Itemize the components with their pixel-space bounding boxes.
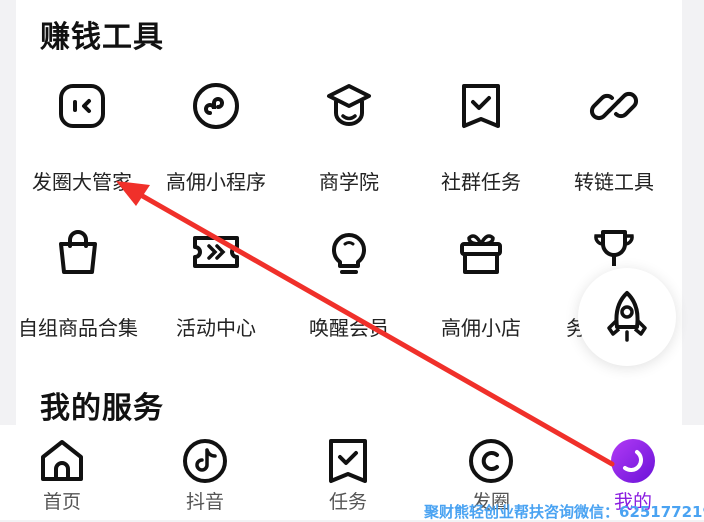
tool-label: 活动中心 [176, 316, 256, 340]
rocket-icon [607, 291, 647, 342]
chat-box-icon [59, 84, 105, 128]
tab-tasks[interactable]: 任务 [293, 425, 403, 520]
shopping-bag-icon [59, 230, 97, 274]
mini-program-icon [193, 83, 239, 129]
lightbulb-icon [332, 233, 366, 274]
tool-label: 高佣小店 [441, 316, 521, 340]
tab-douyin[interactable]: 抖音 [150, 425, 260, 520]
tab-home[interactable]: 首页 [7, 425, 117, 520]
tool-label: 商学院 [319, 170, 379, 194]
tool-link-convert[interactable]: 转链工具 [544, 80, 682, 194]
tab-label: 抖音 [185, 491, 224, 513]
tool-community-tasks[interactable]: 社群任务 [411, 80, 551, 194]
watermark-text: 聚财熊轻创业帮扶咨询微信：625177219 [424, 503, 704, 521]
section-title-tools: 赚钱工具 [40, 20, 164, 55]
gift-box-icon [460, 234, 502, 274]
profile-moon-icon [611, 439, 655, 483]
tool-activity-center[interactable]: 活动中心 [146, 226, 286, 340]
tab-label: 首页 [42, 491, 81, 513]
section-title-services: 我的服务 [40, 391, 164, 425]
link-icon [589, 91, 639, 121]
tool-fa-quan-manager[interactable]: 发圈大管家 [16, 80, 152, 194]
tiktok-icon [183, 439, 227, 483]
tool-label: 转链工具 [574, 170, 654, 194]
rocket-fab-button[interactable] [578, 268, 676, 366]
tab-label: 任务 [328, 491, 367, 513]
home-icon [41, 440, 83, 481]
graduation-cap-icon [327, 84, 371, 126]
task-check-icon [462, 84, 500, 128]
task-bookmark-icon [329, 439, 367, 483]
tool-label: 社群任务 [441, 170, 521, 194]
tool-high-commission-store[interactable]: 高佣小店 [411, 226, 551, 340]
ticket-icon [193, 236, 239, 268]
tools-card: 赚钱工具 发圈大管家 高佣小程序 商学院 社群任务 转链工具 自组商品合集 活动… [16, 0, 682, 425]
tool-label: 发圈大管家 [32, 170, 132, 194]
tool-label: 唤醒会员 [309, 316, 389, 340]
tool-wake-members[interactable]: 唤醒会员 [279, 226, 419, 340]
tool-label: 自组商品合集 [18, 316, 138, 340]
tool-custom-collection[interactable]: 自组商品合集 [16, 226, 148, 340]
tool-label: 高佣小程序 [166, 170, 266, 194]
tool-high-commission-mini-program[interactable]: 高佣小程序 [146, 80, 286, 194]
circle-icon [469, 439, 513, 483]
tool-business-school[interactable]: 商学院 [279, 80, 419, 194]
